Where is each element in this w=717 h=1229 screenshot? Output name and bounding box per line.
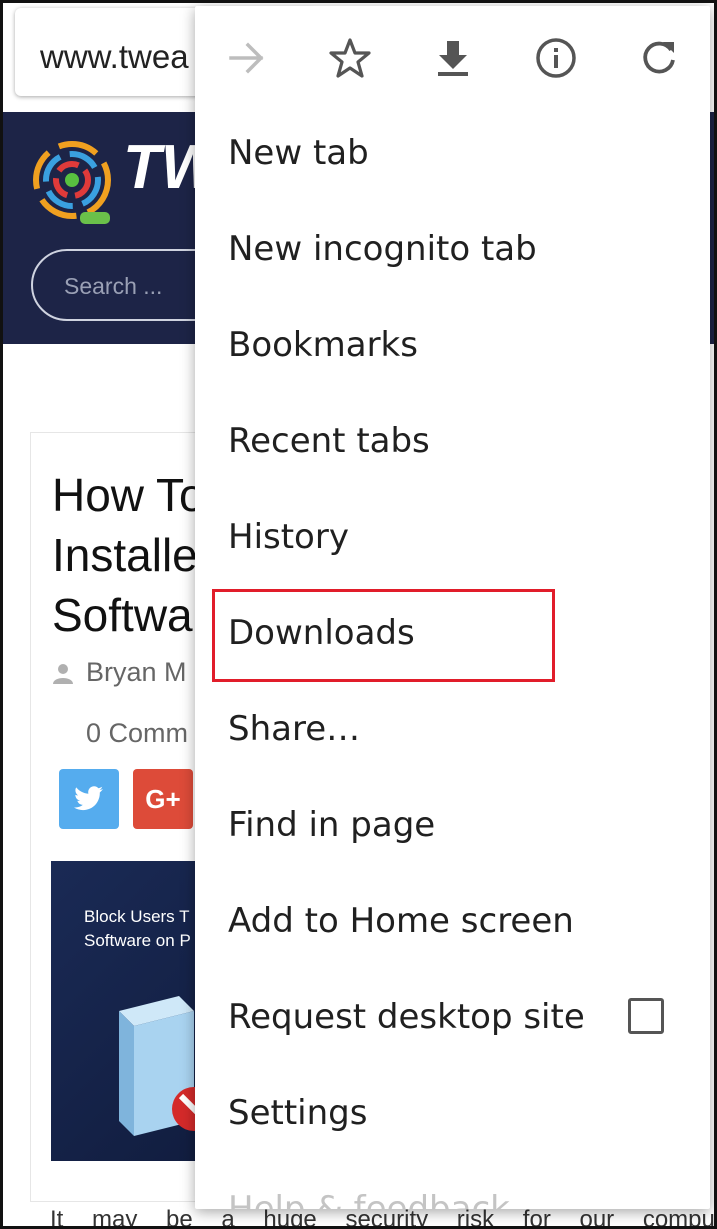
downloads-highlight-box bbox=[212, 589, 555, 682]
twitter-icon bbox=[74, 786, 103, 811]
menu-toolbar bbox=[195, 6, 710, 106]
menu-item-new-tab[interactable]: New tab bbox=[228, 123, 369, 183]
menu-item-recent-tabs[interactable]: Recent tabs bbox=[228, 411, 430, 471]
menu-item-new-incognito-tab[interactable]: New incognito tab bbox=[228, 219, 537, 279]
menu-item-history[interactable]: History bbox=[228, 507, 349, 567]
download-icon bbox=[438, 41, 468, 76]
feature-image-caption: Block Users T Software on P bbox=[84, 907, 191, 950]
search-placeholder: Search ... bbox=[64, 273, 163, 299]
user-icon bbox=[53, 663, 73, 684]
twitter-share-button[interactable] bbox=[59, 769, 119, 829]
reload-icon bbox=[643, 41, 675, 74]
menu-item-settings[interactable]: Settings bbox=[228, 1083, 367, 1143]
menu-item-request-desktop-site[interactable]: Request desktop site bbox=[228, 987, 585, 1047]
info-icon bbox=[536, 38, 576, 78]
reload-button[interactable] bbox=[632, 31, 686, 85]
forward-button[interactable] bbox=[220, 31, 274, 85]
page-info-button[interactable] bbox=[529, 31, 583, 85]
author-row: Bryan M bbox=[52, 657, 187, 688]
menu-item-add-to-home-screen[interactable]: Add to Home screen bbox=[228, 891, 574, 951]
bookmark-button[interactable] bbox=[323, 31, 377, 85]
menu-item-share[interactable]: Share… bbox=[228, 699, 360, 759]
comments-count[interactable]: 0 Comm bbox=[86, 718, 188, 749]
menu-item-bookmarks[interactable]: Bookmarks bbox=[228, 315, 418, 375]
article-body-text: It may be a huge security risk for our c… bbox=[50, 1206, 717, 1229]
site-logo-icon[interactable] bbox=[30, 130, 115, 230]
google-plus-share-button[interactable]: G+ bbox=[133, 769, 193, 829]
forward-icon bbox=[229, 42, 264, 74]
menu-item-find-in-page[interactable]: Find in page bbox=[228, 795, 435, 855]
bookmark-star-icon bbox=[329, 38, 371, 78]
download-page-button[interactable] bbox=[426, 31, 480, 85]
menu-item-help-feedback[interactable]: Help & feedback bbox=[228, 1179, 510, 1209]
author-name[interactable]: Bryan M bbox=[86, 657, 187, 688]
request-desktop-site-checkbox[interactable] bbox=[628, 998, 664, 1034]
software-box-icon bbox=[119, 996, 199, 1136]
